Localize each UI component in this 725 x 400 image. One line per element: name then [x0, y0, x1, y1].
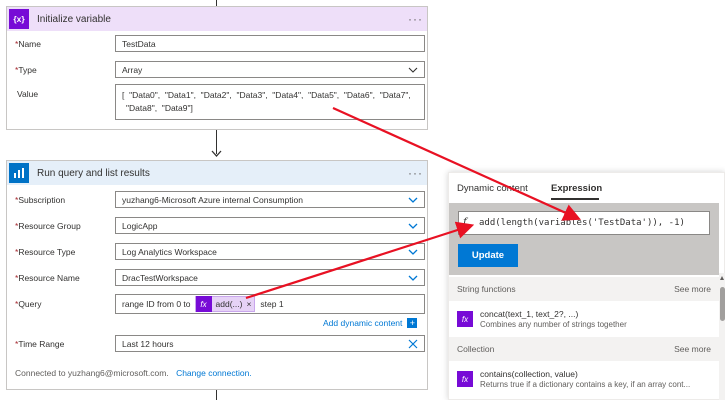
function-description: Combines any number of strings together	[480, 320, 627, 329]
function-item-contains[interactable]: fx contains(collection, value) Returns t…	[457, 369, 717, 395]
card-title: Run query and list results	[37, 167, 150, 179]
chevron-down-icon	[408, 249, 418, 255]
value-line-2: "Data8", "Data9"]	[126, 103, 193, 113]
dynamic-content-panel: Dynamic content Expression f add(length(…	[448, 172, 725, 400]
fx-icon: fx	[457, 311, 473, 327]
token-label: add(...)	[215, 299, 243, 309]
resource-type-select[interactable]: Log Analytics Workspace	[115, 243, 425, 260]
name-label: *Name	[15, 39, 41, 49]
expression-token[interactable]: fx add(...) ×	[194, 296, 256, 312]
name-input[interactable]: TestData	[115, 35, 425, 52]
function-name: contains(collection, value)	[480, 369, 578, 379]
active-tab-indicator	[551, 198, 599, 200]
run-query-card: Run query and list results ··· *Subscrip…	[6, 160, 428, 390]
log-analytics-icon	[9, 163, 29, 183]
time-range-label: *Time Range	[15, 339, 65, 349]
resource-name-label: *Resource Name	[15, 273, 80, 283]
time-range-select[interactable]: Last 12 hours	[115, 335, 425, 352]
collection-header: Collection See more	[449, 337, 719, 361]
subscription-label: *Subscription	[15, 195, 66, 205]
query-input[interactable]: range ID from 0 to fx add(...) × step 1	[115, 294, 425, 314]
resource-type-value: Log Analytics Workspace	[122, 246, 217, 257]
function-name: concat(text_1, text_2?, ...)	[480, 309, 579, 319]
time-range-value: Last 12 hours	[122, 338, 174, 349]
chevron-down-icon	[408, 275, 418, 281]
type-value: Array	[122, 64, 143, 75]
token-remove-icon[interactable]: ×	[246, 299, 254, 309]
update-button[interactable]: Update	[458, 244, 518, 267]
chevron-down-icon	[408, 197, 418, 203]
chevron-down-icon	[408, 67, 418, 73]
add-dynamic-label: Add dynamic content	[323, 318, 403, 328]
flow-connector-bottom	[216, 390, 217, 400]
resource-group-label: *Resource Group	[15, 221, 81, 231]
see-more-link[interactable]: See more	[674, 284, 711, 294]
clear-icon[interactable]	[408, 339, 418, 349]
function-description: Returns true if a dictionary contains a …	[480, 380, 691, 389]
type-label: *Type	[15, 65, 37, 75]
run-query-header[interactable]: Run query and list results ···	[7, 161, 427, 185]
more-options-icon[interactable]: ···	[403, 166, 423, 180]
fx-icon: fx	[195, 296, 212, 312]
scrollbar[interactable]	[719, 273, 725, 400]
query-suffix: step 1	[260, 299, 284, 309]
add-dynamic-content-link[interactable]: Add dynamic content +	[323, 318, 418, 328]
resource-name-value: DracTestWorkspace	[122, 272, 198, 283]
fx-icon: f	[463, 217, 467, 228]
connected-text: Connected to yuzhang6@microsoft.com.	[15, 368, 169, 378]
query-label: *Query	[15, 299, 42, 309]
query-prefix: range ID from 0 to	[122, 299, 191, 309]
resource-group-value: LogicApp	[122, 220, 158, 231]
function-item-concat[interactable]: fx concat(text_1, text_2?, ...) Combines…	[457, 309, 717, 335]
chevron-down-icon	[408, 223, 418, 229]
value-input[interactable]: [ "Data0", "Data1", "Data2", "Data3", "D…	[115, 84, 425, 120]
see-more-link[interactable]: See more	[674, 344, 711, 354]
subscription-value: yuzhang6-Microsoft Azure internal Consum…	[122, 194, 303, 205]
value-line-1: [ "Data0", "Data1", "Data2", "Data3", "D…	[122, 90, 411, 100]
variable-icon: {x}	[9, 9, 29, 29]
initialize-variable-header[interactable]: {x} Initialize variable ···	[7, 7, 427, 31]
resource-name-select[interactable]: DracTestWorkspace	[115, 269, 425, 286]
type-select[interactable]: Array	[115, 61, 425, 78]
scroll-thumb[interactable]	[720, 287, 725, 321]
initialize-variable-card: {x} Initialize variable ··· *Name TestDa…	[6, 6, 428, 130]
card-title: Initialize variable	[37, 13, 111, 25]
expression-text: add(length(variables('TestData')), -1)	[479, 218, 685, 228]
resource-type-label: *Resource Type	[15, 247, 76, 257]
scroll-up-icon[interactable]	[720, 276, 724, 280]
more-options-icon[interactable]: ···	[403, 12, 423, 26]
add-plus-icon: +	[407, 318, 418, 328]
subscription-select[interactable]: yuzhang6-Microsoft Azure internal Consum…	[115, 191, 425, 208]
resource-group-select[interactable]: LogicApp	[115, 217, 425, 234]
connector-arrow-icon	[211, 150, 222, 157]
tab-expression[interactable]: Expression	[551, 183, 602, 194]
tab-dynamic-content[interactable]: Dynamic content	[457, 183, 528, 194]
fx-icon: fx	[457, 371, 473, 387]
section-title: Collection	[457, 344, 495, 354]
expression-input[interactable]: f add(length(variables('TestData')), -1)	[458, 211, 710, 235]
string-functions-header: String functions See more	[449, 277, 719, 301]
change-connection-link[interactable]: Change connection.	[176, 368, 252, 378]
value-label: Value	[17, 89, 39, 99]
connection-info: Connected to yuzhang6@microsoft.com. Cha…	[15, 368, 252, 378]
expression-editor-area: f add(length(variables('TestData')), -1)…	[449, 203, 719, 275]
section-title: String functions	[457, 284, 516, 294]
